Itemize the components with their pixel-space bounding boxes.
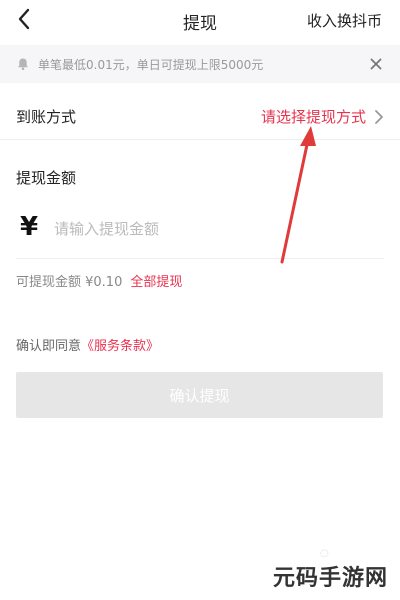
bell-icon: [18, 58, 28, 71]
available-balance: 可提现金额 ¥0.10 全部提现: [16, 271, 182, 290]
amount-section-title: 提现金额: [16, 169, 77, 187]
withdraw-all-link[interactable]: 全部提现: [130, 275, 182, 290]
top-nav-bar: 提现 收入换抖币: [0, 0, 400, 40]
payout-method-row[interactable]: 到账方式 请选择提现方式: [0, 95, 400, 140]
exchange-coins-link[interactable]: 收入换抖币: [307, 10, 382, 31]
watermark-text: 元码手游网: [272, 566, 388, 591]
agreement-prefix: 确认即同意: [16, 339, 82, 354]
annotation-arrow: [280, 126, 316, 264]
currency-symbol: ¥: [20, 212, 39, 242]
chevron-right-icon: [375, 110, 383, 124]
close-notice-button[interactable]: [366, 54, 386, 74]
notice-bar: 单笔最低0.01元，单日可提现上限5000元: [0, 45, 400, 83]
available-balance-text: 可提现金额 ¥0.10: [16, 275, 123, 290]
select-method-link[interactable]: 请选择提现方式: [261, 106, 366, 127]
agreement-line: 确认即同意《服务条款》: [16, 335, 159, 354]
faint-mark-icon: ◌: [320, 548, 329, 559]
terms-link[interactable]: 《服务条款》: [81, 339, 159, 354]
notice-text: 单笔最低0.01元，单日可提现上限5000元: [38, 58, 264, 72]
amount-input[interactable]: [52, 214, 376, 244]
close-icon: [370, 58, 382, 70]
amount-input-row: ¥: [16, 200, 384, 259]
confirm-withdraw-button[interactable]: 确认提现: [16, 372, 383, 418]
payout-method-label: 到账方式: [16, 108, 77, 126]
